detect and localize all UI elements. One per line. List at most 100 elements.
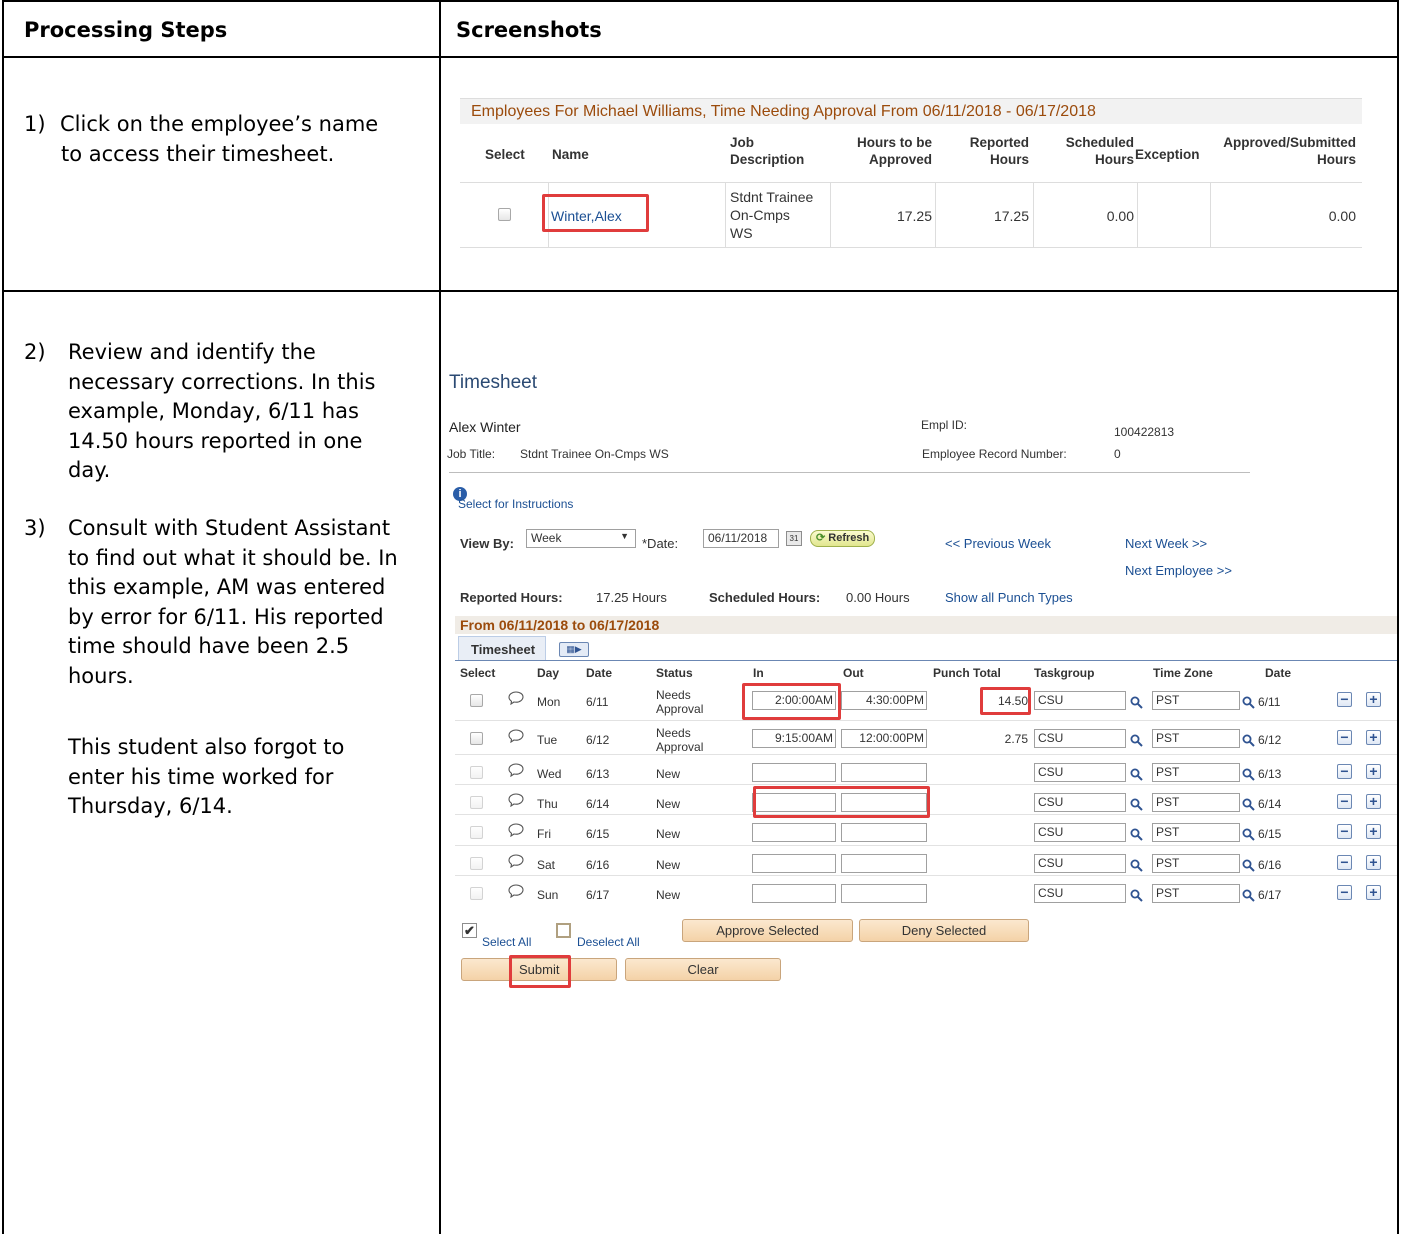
deselect-all-link[interactable]: Deselect All	[577, 935, 640, 949]
comment-bubble-icon[interactable]	[508, 691, 524, 706]
search-icon[interactable]	[1242, 828, 1255, 841]
select-for-instructions-link[interactable]: Select for Instructions	[458, 497, 573, 511]
out-time-input[interactable]	[841, 884, 927, 903]
plus-row-icon[interactable]: +	[1366, 855, 1381, 870]
time-zone-input[interactable]: PST	[1152, 691, 1240, 710]
time-zone-input[interactable]: PST	[1152, 763, 1240, 782]
deselect-all-checkbox-icon[interactable]	[556, 923, 571, 938]
search-icon[interactable]	[1130, 798, 1143, 811]
comment-bubble-icon[interactable]	[508, 729, 524, 744]
row-select-checkbox[interactable]	[470, 766, 483, 779]
row-select-checkbox[interactable]	[470, 796, 483, 809]
day-cell: Fri	[537, 827, 551, 841]
search-icon[interactable]	[1130, 828, 1143, 841]
hours-to-approve-cell: 17.25	[896, 208, 932, 224]
plus-row-icon[interactable]: +	[1366, 885, 1381, 900]
step-2: 2) Review and identify the necessary cor…	[24, 338, 384, 486]
col-job-line2: Description	[730, 152, 805, 167]
comment-bubble-icon[interactable]	[508, 763, 524, 778]
col-time-zone: Time Zone	[1153, 666, 1213, 680]
row-select-checkbox[interactable]	[498, 208, 511, 221]
time-zone-input[interactable]: PST	[1152, 884, 1240, 903]
highlight-employee-name	[542, 194, 649, 232]
row-select-checkbox[interactable]	[470, 887, 483, 900]
row-select-checkbox[interactable]	[470, 732, 483, 745]
out-time-input[interactable]	[841, 823, 927, 842]
taskgroup-input[interactable]: CSU	[1034, 793, 1126, 812]
minus-row-icon[interactable]: −	[1337, 824, 1352, 839]
refresh-button[interactable]: ⟳ Refresh	[810, 530, 876, 547]
search-icon[interactable]	[1242, 768, 1255, 781]
row-select-checkbox[interactable]	[470, 826, 483, 839]
row-select-checkbox[interactable]	[470, 857, 483, 870]
plus-row-icon[interactable]: +	[1366, 794, 1381, 809]
minus-row-icon[interactable]: −	[1337, 794, 1352, 809]
minus-row-icon[interactable]: −	[1337, 885, 1352, 900]
plus-row-icon[interactable]: +	[1366, 730, 1381, 745]
deny-selected-button[interactable]: Deny Selected	[859, 919, 1029, 942]
search-icon[interactable]	[1130, 768, 1143, 781]
out-time-input[interactable]	[841, 854, 927, 873]
taskgroup-input[interactable]: CSU	[1034, 763, 1126, 782]
comment-bubble-icon[interactable]	[508, 793, 524, 808]
search-icon[interactable]	[1130, 859, 1143, 872]
clear-button[interactable]: Clear	[625, 958, 781, 981]
taskgroup-input[interactable]: CSU	[1034, 854, 1126, 873]
time-zone-input[interactable]: PST	[1152, 793, 1240, 812]
tab-underline	[455, 660, 1397, 661]
comment-bubble-icon[interactable]	[508, 823, 524, 838]
out-time-input[interactable]	[841, 763, 927, 782]
col-name: Name	[552, 147, 589, 162]
out-time-input[interactable]: 12:00:00PM	[841, 729, 927, 748]
plus-row-icon[interactable]: +	[1366, 824, 1381, 839]
taskgroup-input[interactable]: CSU	[1034, 884, 1126, 903]
comment-bubble-icon[interactable]	[508, 884, 524, 899]
in-time-input[interactable]	[752, 823, 836, 842]
approve-selected-button[interactable]: Approve Selected	[682, 919, 853, 942]
in-time-input[interactable]	[752, 763, 836, 782]
table-row-divider	[2, 290, 1399, 292]
time-zone-input[interactable]: PST	[1152, 823, 1240, 842]
next-week-link[interactable]: Next Week >>	[1125, 536, 1207, 551]
plus-row-icon[interactable]: +	[1366, 764, 1381, 779]
grid-view-icon[interactable]: ▦▶	[559, 642, 589, 657]
date-input[interactable]: 06/11/2018	[703, 529, 779, 548]
search-icon[interactable]	[1130, 734, 1143, 747]
search-icon[interactable]	[1242, 696, 1255, 709]
taskgroup-input[interactable]: CSU	[1034, 729, 1126, 748]
col-punch-total: Punch Total	[933, 666, 1001, 680]
taskgroup-input[interactable]: CSU	[1034, 691, 1126, 710]
col-rep-line2: Hours	[989, 152, 1029, 167]
record-number-label: Employee Record Number:	[922, 447, 1067, 461]
next-employee-link[interactable]: Next Employee >>	[1125, 563, 1232, 578]
search-icon[interactable]	[1130, 889, 1143, 902]
previous-week-link[interactable]: << Previous Week	[945, 536, 1051, 551]
row-select-checkbox[interactable]	[470, 694, 483, 707]
minus-row-icon[interactable]: −	[1337, 730, 1352, 745]
search-icon[interactable]	[1242, 734, 1255, 747]
minus-row-icon[interactable]: −	[1337, 692, 1352, 707]
time-zone-input[interactable]: PST	[1152, 729, 1240, 748]
comment-bubble-icon[interactable]	[508, 854, 524, 869]
col-scheduled-hours: Scheduled Hours	[1038, 134, 1134, 168]
in-time-input[interactable]	[752, 854, 836, 873]
time-zone-input[interactable]: PST	[1152, 854, 1240, 873]
in-time-input[interactable]	[752, 884, 836, 903]
status-cell: New	[656, 827, 681, 841]
in-time-input[interactable]: 9:15:00AM	[752, 729, 836, 748]
job-line1: Stdnt Trainee	[730, 189, 814, 205]
select-all-checkbox-icon[interactable]: ✔	[462, 923, 477, 938]
select-all-link[interactable]: Select All	[482, 935, 531, 949]
out-time-input[interactable]: 4:30:00PM	[841, 691, 927, 710]
search-icon[interactable]	[1242, 889, 1255, 902]
plus-row-icon[interactable]: +	[1366, 692, 1381, 707]
taskgroup-input[interactable]: CSU	[1034, 823, 1126, 842]
minus-row-icon[interactable]: −	[1337, 855, 1352, 870]
search-icon[interactable]	[1130, 696, 1143, 709]
view-by-select[interactable]: Week ▼	[526, 529, 636, 548]
search-icon[interactable]	[1242, 859, 1255, 872]
show-all-punch-types-link[interactable]: Show all Punch Types	[945, 590, 1073, 605]
calendar-icon[interactable]: 31	[786, 531, 802, 546]
search-icon[interactable]	[1242, 798, 1255, 811]
minus-row-icon[interactable]: −	[1337, 764, 1352, 779]
